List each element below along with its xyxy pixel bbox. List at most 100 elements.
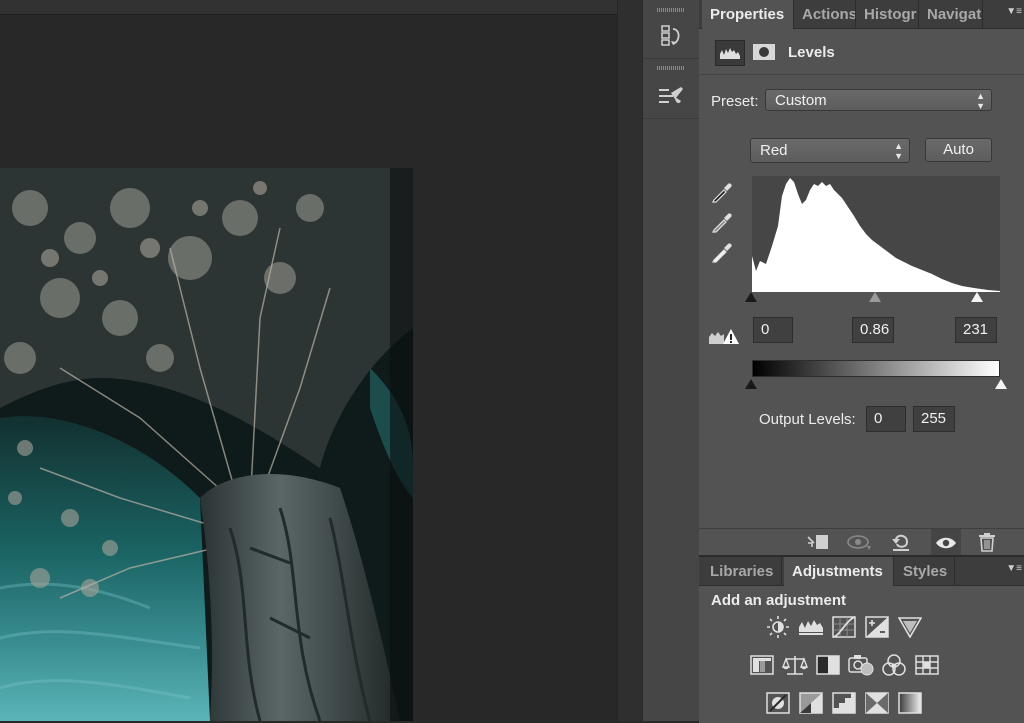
output-black-slider[interactable] bbox=[745, 379, 757, 389]
document-image[interactable] bbox=[0, 168, 413, 721]
output-levels-gradient bbox=[752, 360, 1000, 377]
input-gamma-slider[interactable] bbox=[869, 292, 881, 302]
auto-button[interactable]: Auto bbox=[925, 138, 992, 162]
tree-photo bbox=[0, 168, 413, 721]
brush-presets-icon bbox=[659, 87, 683, 104]
exposure-button[interactable] bbox=[864, 614, 890, 640]
view-previous-state-icon bbox=[847, 535, 871, 550]
panel-menu-icon[interactable]: ▼≡ bbox=[1006, 6, 1022, 17]
collapsed-panel-strip bbox=[642, 0, 700, 721]
panel-menu-icon[interactable]: ▼≡ bbox=[1006, 563, 1022, 574]
gray-eyedropper-icon bbox=[712, 213, 732, 233]
tab-styles[interactable]: Styles bbox=[895, 557, 955, 585]
input-black-slider[interactable] bbox=[745, 292, 757, 302]
document-canvas[interactable] bbox=[0, 0, 617, 721]
black-point-eyedropper[interactable] bbox=[710, 178, 736, 204]
properties-panel: Properties Actions Histogr Navigat ▼≡ Le… bbox=[699, 0, 1024, 556]
color-lookup-button[interactable] bbox=[914, 652, 940, 678]
gray-point-eyedropper[interactable] bbox=[710, 208, 736, 234]
histogram-graph bbox=[752, 178, 1000, 292]
clipping-warning-button[interactable] bbox=[709, 327, 739, 350]
view-previous-state-button[interactable] bbox=[846, 531, 874, 553]
history-icon bbox=[661, 25, 680, 46]
levels-icon bbox=[720, 48, 740, 59]
posterize-icon bbox=[799, 692, 823, 714]
selective-color-button[interactable] bbox=[864, 690, 890, 716]
photo-filter-button[interactable] bbox=[848, 652, 874, 678]
input-white-field[interactable]: 231 bbox=[955, 317, 997, 343]
output-black-field[interactable]: 0 bbox=[866, 406, 906, 432]
clip-to-layer-icon bbox=[807, 535, 828, 549]
exposure-icon bbox=[865, 616, 889, 638]
levels-histogram bbox=[752, 176, 1000, 292]
input-gamma-field[interactable]: 0.86 bbox=[852, 317, 894, 343]
reset-icon bbox=[892, 534, 909, 551]
channel-value: Red bbox=[760, 142, 788, 159]
invert-icon bbox=[766, 692, 790, 714]
canvas-scroll-gutter bbox=[617, 0, 643, 721]
document-tab-bar bbox=[0, 0, 617, 15]
levels-adjustment-button[interactable] bbox=[715, 40, 745, 66]
header-divider bbox=[699, 74, 1024, 75]
gradient-map-button[interactable] bbox=[897, 690, 923, 716]
brightness-contrast-button[interactable] bbox=[765, 614, 791, 640]
brightness-contrast-icon bbox=[767, 616, 789, 638]
posterize-button[interactable] bbox=[798, 690, 824, 716]
adjustments-tab-bar: Libraries Adjustments Styles ▼≡ bbox=[699, 557, 1024, 586]
mask-icon bbox=[753, 44, 775, 60]
layer-mask-button[interactable] bbox=[751, 40, 777, 64]
trash-icon bbox=[979, 533, 995, 552]
color-balance-icon bbox=[782, 656, 808, 675]
reset-button[interactable] bbox=[887, 531, 915, 553]
vibrance-icon bbox=[898, 617, 922, 638]
strip-grip[interactable] bbox=[657, 66, 685, 70]
invert-button[interactable] bbox=[765, 690, 791, 716]
tab-histogram[interactable]: Histogr bbox=[856, 0, 919, 28]
threshold-button[interactable] bbox=[831, 690, 857, 716]
levels-adjustment-add-button[interactable] bbox=[798, 614, 824, 640]
input-black-field[interactable]: 0 bbox=[753, 317, 793, 343]
preset-value: Custom bbox=[775, 92, 827, 109]
hue-saturation-button[interactable] bbox=[749, 652, 775, 678]
toggle-visibility-button[interactable] bbox=[931, 529, 961, 556]
preset-label: Preset: bbox=[711, 93, 759, 110]
output-white-field[interactable]: 255 bbox=[913, 406, 955, 432]
adjustment-title: Levels bbox=[788, 44, 835, 61]
input-white-slider[interactable] bbox=[971, 292, 983, 302]
history-panel-button[interactable] bbox=[643, 14, 699, 59]
hue-saturation-icon bbox=[750, 655, 774, 675]
dropdown-arrows-icon: ▲ ▼ bbox=[894, 141, 903, 161]
curves-button[interactable] bbox=[831, 614, 857, 640]
tab-actions[interactable]: Actions bbox=[794, 0, 856, 28]
vibrance-button[interactable] bbox=[897, 614, 923, 640]
add-adjustment-heading: Add an adjustment bbox=[711, 592, 847, 609]
color-lookup-icon bbox=[915, 655, 939, 675]
clipping-warning-icon bbox=[709, 329, 739, 344]
strip-grip[interactable] bbox=[657, 8, 685, 12]
output-levels-label: Output Levels: bbox=[759, 411, 856, 428]
levels-icon bbox=[799, 620, 823, 635]
tab-adjustments[interactable]: Adjustments bbox=[784, 557, 894, 586]
adjustments-panel: Libraries Adjustments Styles ▼≡ Add an a… bbox=[699, 555, 1024, 723]
selective-color-icon bbox=[865, 692, 889, 714]
properties-tab-bar: Properties Actions Histogr Navigat ▼≡ bbox=[699, 0, 1024, 29]
channel-dropdown[interactable]: Red ▲ ▼ bbox=[750, 138, 910, 163]
color-balance-button[interactable] bbox=[782, 652, 808, 678]
delete-adjustment-button[interactable] bbox=[973, 531, 1001, 553]
output-white-slider[interactable] bbox=[995, 379, 1007, 389]
tab-properties[interactable]: Properties bbox=[702, 0, 794, 29]
black-eyedropper-icon bbox=[712, 183, 732, 203]
black-white-icon bbox=[816, 655, 840, 675]
channel-mixer-button[interactable] bbox=[881, 652, 907, 678]
clip-to-layer-button[interactable] bbox=[804, 531, 832, 553]
preset-dropdown[interactable]: Custom ▲ ▼ bbox=[765, 89, 992, 111]
black-white-button[interactable] bbox=[815, 652, 841, 678]
visibility-eye-icon bbox=[936, 537, 956, 548]
brush-presets-button[interactable] bbox=[643, 74, 699, 119]
threshold-icon bbox=[832, 692, 856, 714]
gradient-map-icon bbox=[898, 692, 922, 714]
dropdown-arrows-icon: ▲ ▼ bbox=[976, 91, 985, 111]
tab-libraries[interactable]: Libraries bbox=[702, 557, 782, 585]
tab-navigator[interactable]: Navigat bbox=[919, 0, 983, 28]
white-point-eyedropper[interactable] bbox=[710, 238, 736, 264]
